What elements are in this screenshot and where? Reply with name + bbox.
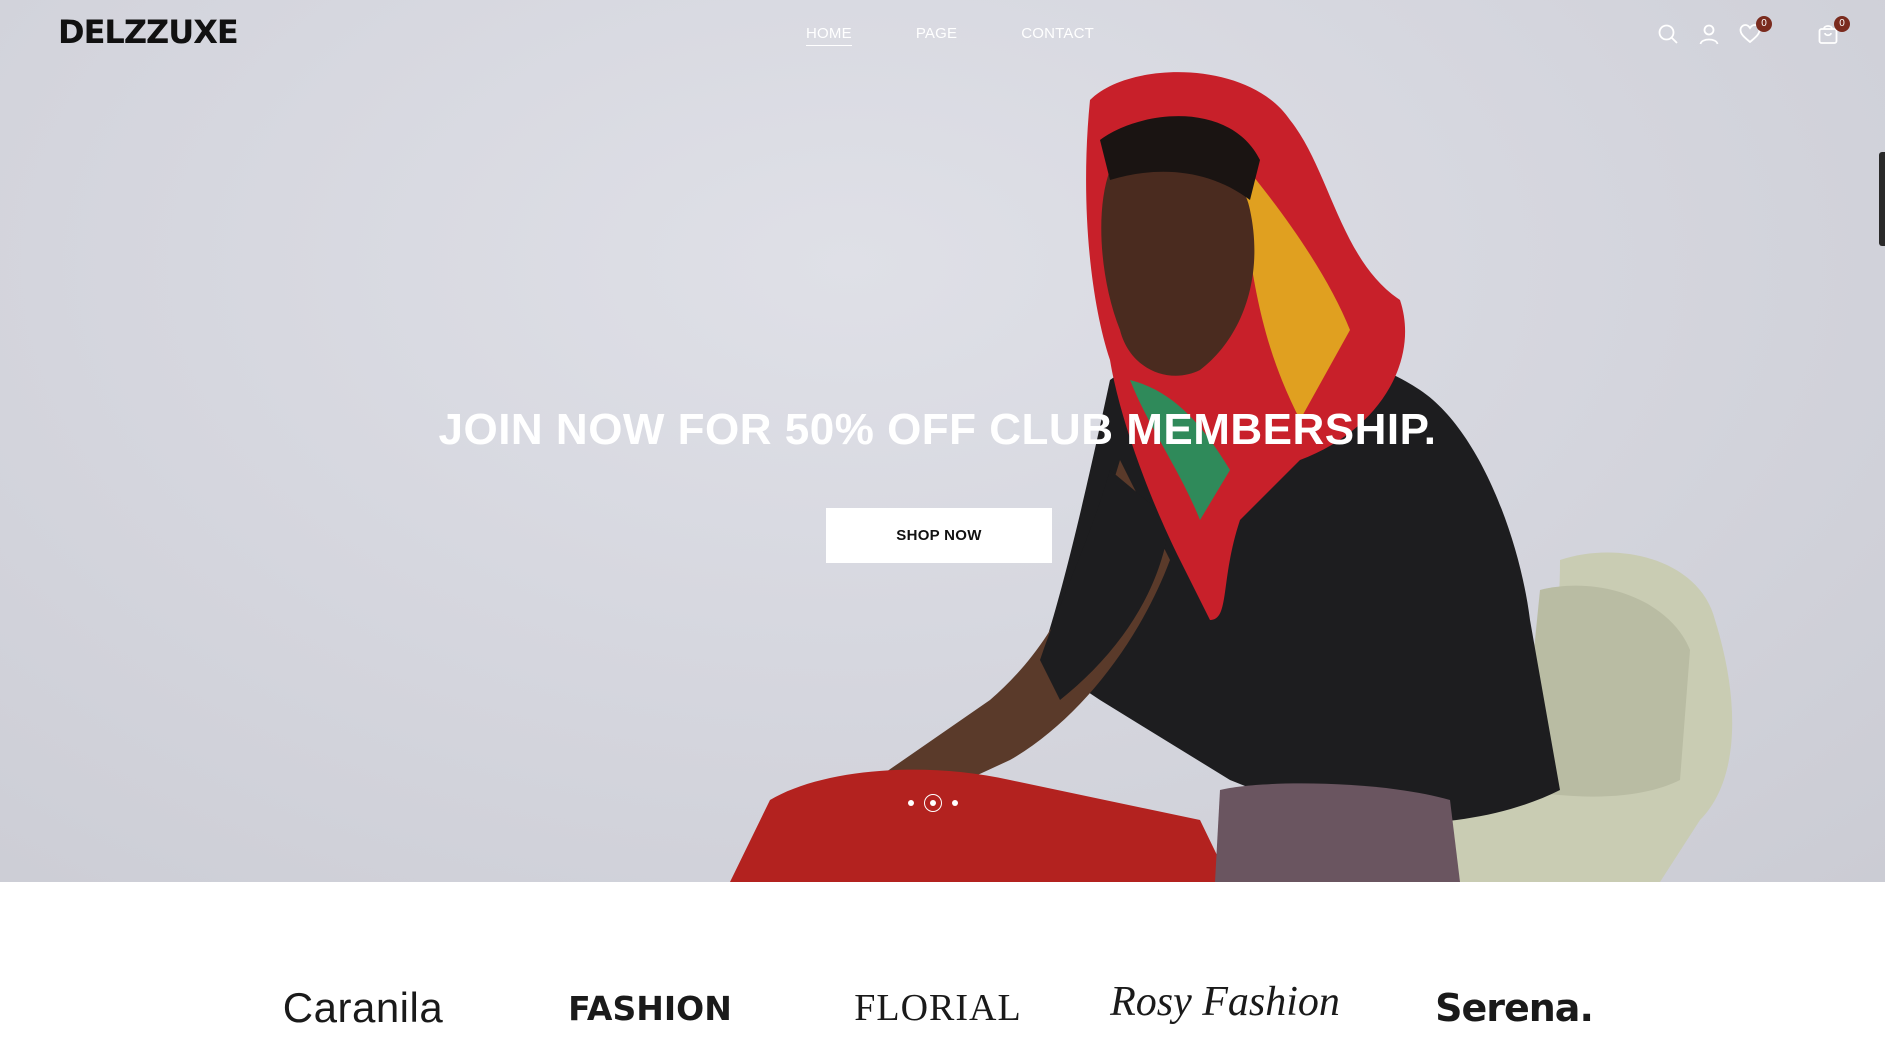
site-header: DELZZUXE HOME PAGE CONTACT 0 0 — [0, 0, 1885, 72]
brand-logo-caranila[interactable]: Caranila — [283, 984, 443, 1032]
nav-page[interactable]: PAGE — [916, 25, 957, 46]
brand-logo-rosy-fashion[interactable]: Rosy Fashion — [1110, 978, 1340, 1026]
slider-dot-1[interactable] — [908, 800, 914, 806]
wishlist-count-badge: 0 — [1756, 16, 1772, 32]
nav-home[interactable]: HOME — [806, 25, 852, 46]
brand-logo-florial[interactable]: FLORIAL — [854, 986, 1021, 1030]
user-icon[interactable] — [1697, 22, 1721, 46]
heart-icon[interactable]: 0 — [1738, 16, 1772, 46]
hero-banner: DELZZUXE HOME PAGE CONTACT 0 0 JOIN NOW — [0, 0, 1885, 882]
scrollbar-thumb[interactable] — [1879, 152, 1885, 246]
nav-contact[interactable]: CONTACT — [1021, 25, 1094, 46]
cart-count-badge: 0 — [1834, 16, 1850, 32]
header-actions: 0 0 — [1656, 16, 1850, 46]
brand-logo-serena[interactable]: Serena. — [1435, 986, 1594, 1030]
hero-title: JOIN NOW FOR 50% OFF CLUB MEMBERSHIP. — [438, 405, 1437, 454]
shopping-bag-icon[interactable]: 0 — [1816, 16, 1850, 46]
site-logo[interactable]: DELZZUXE — [58, 15, 239, 49]
shop-now-button[interactable]: SHOP NOW — [826, 508, 1052, 563]
brand-logo-fashion[interactable]: FASHION — [568, 989, 732, 1028]
search-icon[interactable] — [1656, 22, 1680, 46]
slider-dot-3[interactable] — [952, 800, 958, 806]
slider-dot-2-active[interactable] — [924, 794, 942, 812]
slider-pagination — [908, 794, 958, 812]
main-nav: HOME PAGE CONTACT — [806, 25, 1094, 46]
